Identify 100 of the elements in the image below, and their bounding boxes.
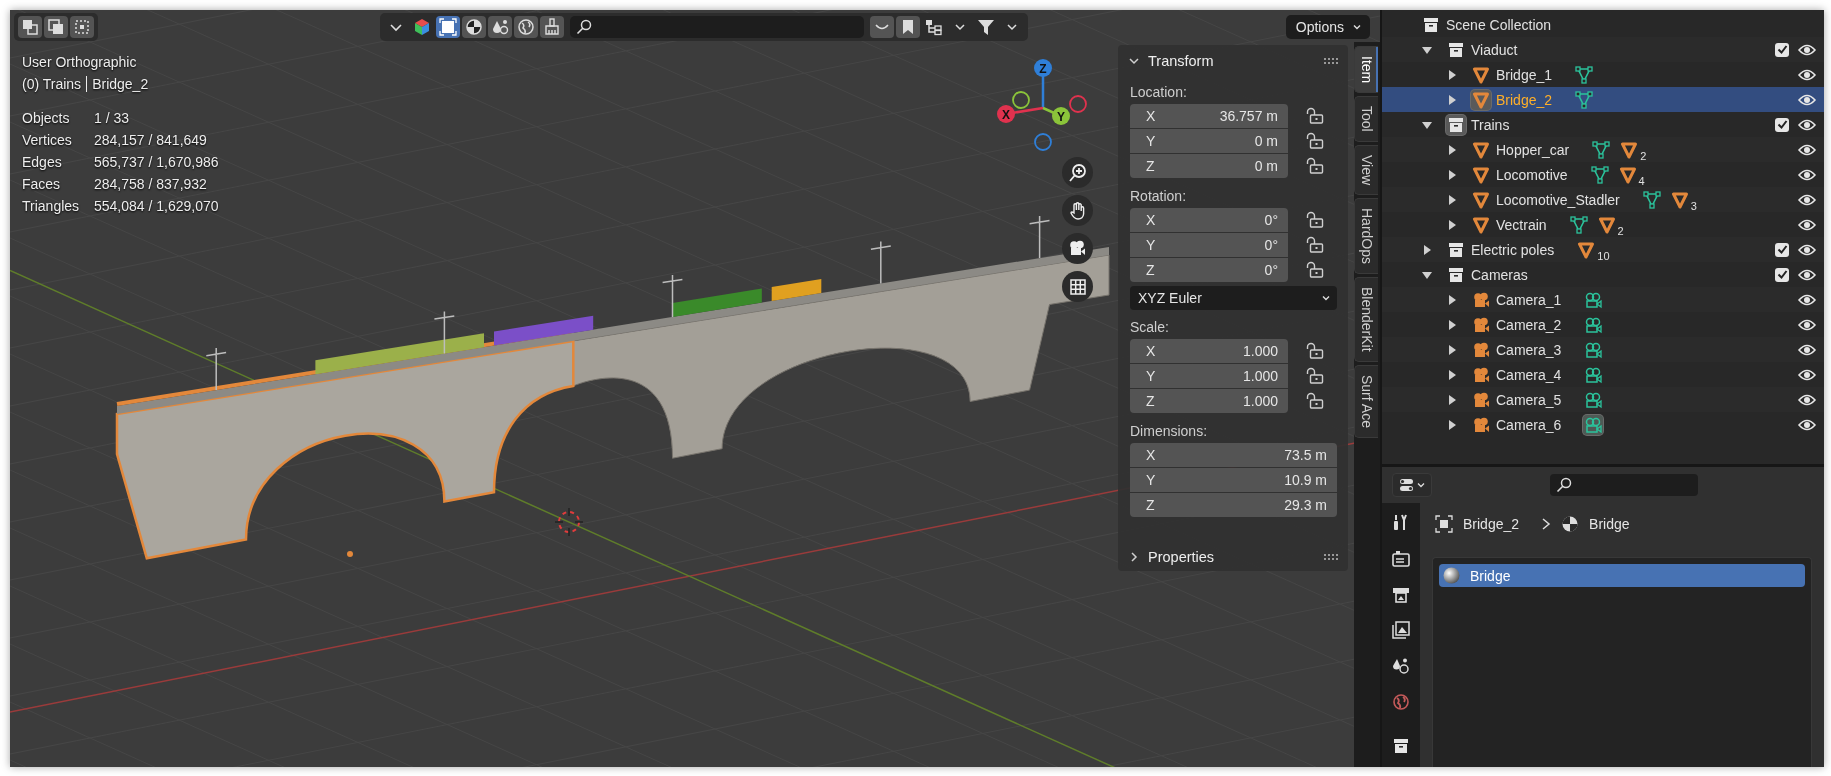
select-mode-icon[interactable] bbox=[44, 16, 68, 38]
disclosure-arrow-icon[interactable] bbox=[1446, 418, 1458, 431]
number-field[interactable]: Z 0° bbox=[1130, 258, 1288, 282]
mesh-icon[interactable] bbox=[1597, 215, 1616, 234]
mesh-data-icon[interactable] bbox=[1642, 190, 1661, 209]
number-field[interactable]: X 73.5 m bbox=[1130, 443, 1337, 467]
checkbox[interactable] bbox=[1775, 242, 1789, 257]
mesh-icon[interactable] bbox=[1618, 165, 1637, 184]
eye-icon[interactable] bbox=[1798, 92, 1816, 107]
chevron-icon[interactable] bbox=[1128, 55, 1140, 67]
outliner-row[interactable]: Vectrain 2 bbox=[1382, 212, 1824, 237]
disclosure-arrow-icon[interactable] bbox=[1446, 193, 1458, 206]
sidebar-tab[interactable]: Tool bbox=[1354, 96, 1378, 142]
disclosure-arrow-icon[interactable] bbox=[1446, 293, 1458, 306]
panel-title[interactable]: Properties bbox=[1148, 549, 1215, 565]
checkbox[interactable] bbox=[1775, 267, 1789, 282]
zoom-icon[interactable] bbox=[1062, 157, 1093, 188]
eye-icon[interactable] bbox=[1798, 392, 1816, 407]
camera-data-icon[interactable] bbox=[1583, 414, 1604, 435]
item-name[interactable]: Trains bbox=[1471, 116, 1510, 133]
lock-icon[interactable] bbox=[1306, 392, 1324, 410]
eye-icon[interactable] bbox=[1798, 117, 1816, 132]
lock-icon[interactable] bbox=[1306, 342, 1324, 360]
outliner-row[interactable]: Camera_6 bbox=[1382, 412, 1824, 437]
eye-icon[interactable] bbox=[1798, 167, 1816, 182]
number-field[interactable]: Z 0 m bbox=[1130, 154, 1288, 178]
options-dropdown[interactable]: Options bbox=[1285, 15, 1370, 39]
disclosure-arrow-icon[interactable] bbox=[1446, 168, 1458, 181]
drag-handle-icon[interactable] bbox=[1324, 57, 1338, 65]
item-name[interactable]: Vectrain bbox=[1496, 216, 1547, 233]
checkbox[interactable] bbox=[1775, 117, 1789, 132]
curve-icon[interactable] bbox=[870, 16, 894, 38]
axis-handle[interactable] bbox=[1012, 91, 1030, 109]
eye-icon[interactable] bbox=[1798, 267, 1816, 282]
axis-handle[interactable] bbox=[1069, 95, 1087, 113]
mesh-icon[interactable] bbox=[1620, 140, 1639, 159]
number-field[interactable]: Z 1.000 bbox=[1130, 389, 1288, 413]
disclosure-arrow-icon[interactable] bbox=[1446, 68, 1458, 81]
item-name[interactable]: Camera_1 bbox=[1496, 291, 1562, 308]
number-field[interactable]: Y 0° bbox=[1130, 233, 1288, 257]
eye-icon[interactable] bbox=[1798, 342, 1816, 357]
eye-icon[interactable] bbox=[1798, 417, 1816, 432]
item-name[interactable]: Camera_4 bbox=[1496, 366, 1562, 383]
selectable-icon[interactable] bbox=[436, 16, 460, 38]
lock-icon[interactable] bbox=[1306, 211, 1324, 229]
outliner-row[interactable]: Bridge_1 bbox=[1382, 62, 1824, 87]
eye-icon[interactable] bbox=[1798, 367, 1816, 382]
disclosure-arrow-icon[interactable] bbox=[1446, 143, 1458, 156]
sidebar-tab[interactable]: BlenderKit bbox=[1354, 277, 1378, 362]
fluid-icon[interactable] bbox=[488, 16, 512, 38]
mesh-icon[interactable] bbox=[1670, 190, 1689, 209]
number-field[interactable]: Y 0 m bbox=[1130, 129, 1288, 153]
drag-handle-icon[interactable] bbox=[1324, 553, 1338, 561]
eye-icon[interactable] bbox=[1798, 67, 1816, 82]
search-field[interactable] bbox=[570, 16, 864, 38]
disclosure-arrow-icon[interactable] bbox=[1446, 318, 1458, 331]
shading-icon[interactable] bbox=[462, 16, 486, 38]
item-name[interactable]: Camera_5 bbox=[1496, 391, 1562, 408]
item-name[interactable]: Cameras bbox=[1471, 266, 1528, 283]
mesh-data-icon[interactable] bbox=[1590, 165, 1609, 184]
globe-icon[interactable] bbox=[514, 16, 538, 38]
camera-icon[interactable] bbox=[1062, 233, 1093, 264]
eye-icon[interactable] bbox=[1798, 292, 1816, 307]
panel-title[interactable]: Transform bbox=[1148, 53, 1214, 69]
number-field[interactable]: X 36.757 m bbox=[1130, 104, 1288, 128]
mesh-data-icon[interactable] bbox=[1575, 65, 1594, 84]
sidebar-tab[interactable]: HardOps bbox=[1354, 198, 1378, 275]
select-mode-icon[interactable] bbox=[70, 16, 94, 38]
item-name[interactable]: Hopper_car bbox=[1496, 141, 1570, 158]
eye-icon[interactable] bbox=[1798, 142, 1816, 157]
lock-icon[interactable] bbox=[1306, 157, 1324, 175]
outliner-row[interactable]: Trains bbox=[1382, 112, 1824, 137]
eye-icon[interactable] bbox=[1798, 192, 1816, 207]
eye-icon[interactable] bbox=[1798, 42, 1816, 57]
disclosure-arrow-icon[interactable] bbox=[1446, 343, 1458, 356]
globe-icon[interactable] bbox=[1390, 691, 1412, 713]
lock-icon[interactable] bbox=[1306, 107, 1324, 125]
hand-icon[interactable] bbox=[1062, 195, 1093, 226]
image-stack-icon[interactable] bbox=[1390, 619, 1412, 641]
outliner-row[interactable]: Locomotive 4 bbox=[1382, 162, 1824, 187]
bookmark-icon[interactable] bbox=[896, 16, 920, 38]
item-name[interactable]: Locomotive_Stadler bbox=[1496, 191, 1620, 208]
select-mode-icon[interactable] bbox=[18, 16, 42, 38]
outliner-row[interactable]: Cameras bbox=[1382, 262, 1824, 287]
axis-button[interactable]: Z bbox=[1034, 59, 1052, 108]
eye-icon[interactable] bbox=[1798, 217, 1816, 232]
lock-icon[interactable] bbox=[1306, 236, 1324, 254]
disclosure-arrow-icon[interactable] bbox=[1446, 93, 1458, 106]
outliner-row[interactable]: Camera_4 bbox=[1382, 362, 1824, 387]
lock-icon[interactable] bbox=[1306, 132, 1324, 150]
checkbox[interactable] bbox=[1775, 42, 1789, 57]
editor-type-button[interactable] bbox=[1392, 473, 1432, 497]
chevron-icon[interactable] bbox=[1128, 551, 1140, 563]
sidebar-tab[interactable]: View bbox=[1354, 144, 1378, 195]
number-field[interactable]: Y 1.000 bbox=[1130, 364, 1288, 388]
item-name[interactable]: Camera_6 bbox=[1496, 416, 1562, 433]
disclosure-arrow-icon[interactable] bbox=[1421, 243, 1433, 256]
material-slot[interactable]: Bridge bbox=[1439, 564, 1805, 587]
sidebar-tab[interactable]: Item bbox=[1354, 46, 1378, 94]
item-name[interactable]: Bridge_2 bbox=[1496, 91, 1553, 108]
